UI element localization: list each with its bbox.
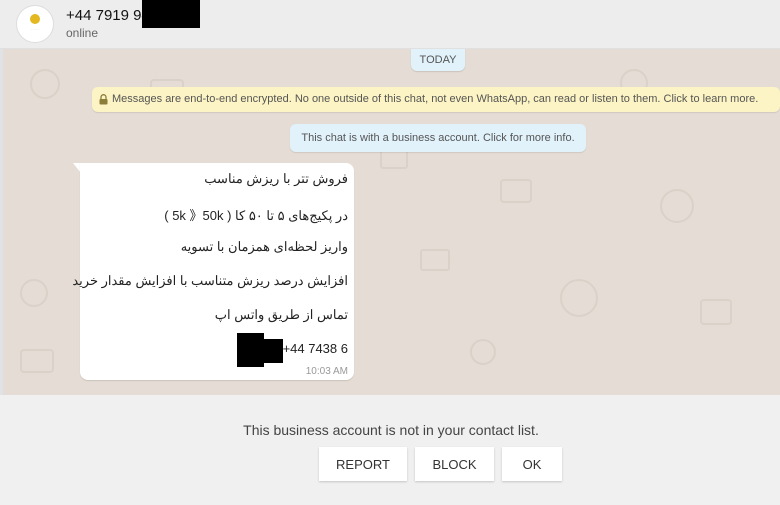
logo-text: · · · · · [30,27,40,31]
contact-status: online [66,26,99,40]
doodle-circle [660,189,694,223]
doodle-rect [700,299,732,325]
panel-divider [0,49,3,395]
message-line: واریز لحظه‌ای همزمان با تسویه [180,239,348,254]
business-account-notice[interactable]: This chat is with a business account. Cl… [290,124,586,152]
doodle-rect [20,349,54,373]
message-time: 10:03 AM [305,366,348,377]
contact-name[interactable]: +44 7919 94 [66,7,150,24]
date-label: TODAY [411,49,465,71]
ok-button[interactable]: OK [502,447,562,481]
redaction-block [142,0,200,28]
block-button[interactable]: BLOCK [415,447,494,481]
doodle-circle [30,69,60,99]
message-line: افزایش درصد ریزش متناسب با افزایش مقدار … [72,273,348,288]
encryption-notice[interactable]: Messages are end-to-end encrypted. No on… [92,87,780,112]
doodle-circle [20,279,48,307]
encryption-notice-text: Messages are end-to-end encrypted. No on… [112,93,759,105]
message-line: تماس از طریق واتس اپ [214,307,348,322]
redaction-block [261,339,283,363]
message-line: در پکیج‌های ۵ تا ۵۰ کا ( 5k 》50k ) [164,208,348,223]
message-bubble[interactable]: فروش تتر با ریزش مناسب در پکیج‌های ۵ تا … [72,163,354,380]
report-button[interactable]: REPORT [319,447,407,481]
doodle-circle [470,339,496,365]
doodle-circle [560,279,598,317]
logo-sun-icon [30,14,40,24]
contact-list-notice: This business account is not in your con… [243,422,539,438]
message-line: فروش تتر با ریزش مناسب [204,171,348,186]
redaction-block [237,333,264,367]
doodle-rect [500,179,532,203]
avatar[interactable]: · · · · · [16,5,54,43]
unknown-contact-panel: This business account is not in your con… [0,395,780,505]
lock-icon [99,93,108,105]
doodle-rect [420,249,450,271]
chat-header[interactable]: · · · · · +44 7919 94 online [0,0,780,49]
doodle-rect [380,149,408,169]
message-phone-number: +44 7438 6 [282,341,348,356]
